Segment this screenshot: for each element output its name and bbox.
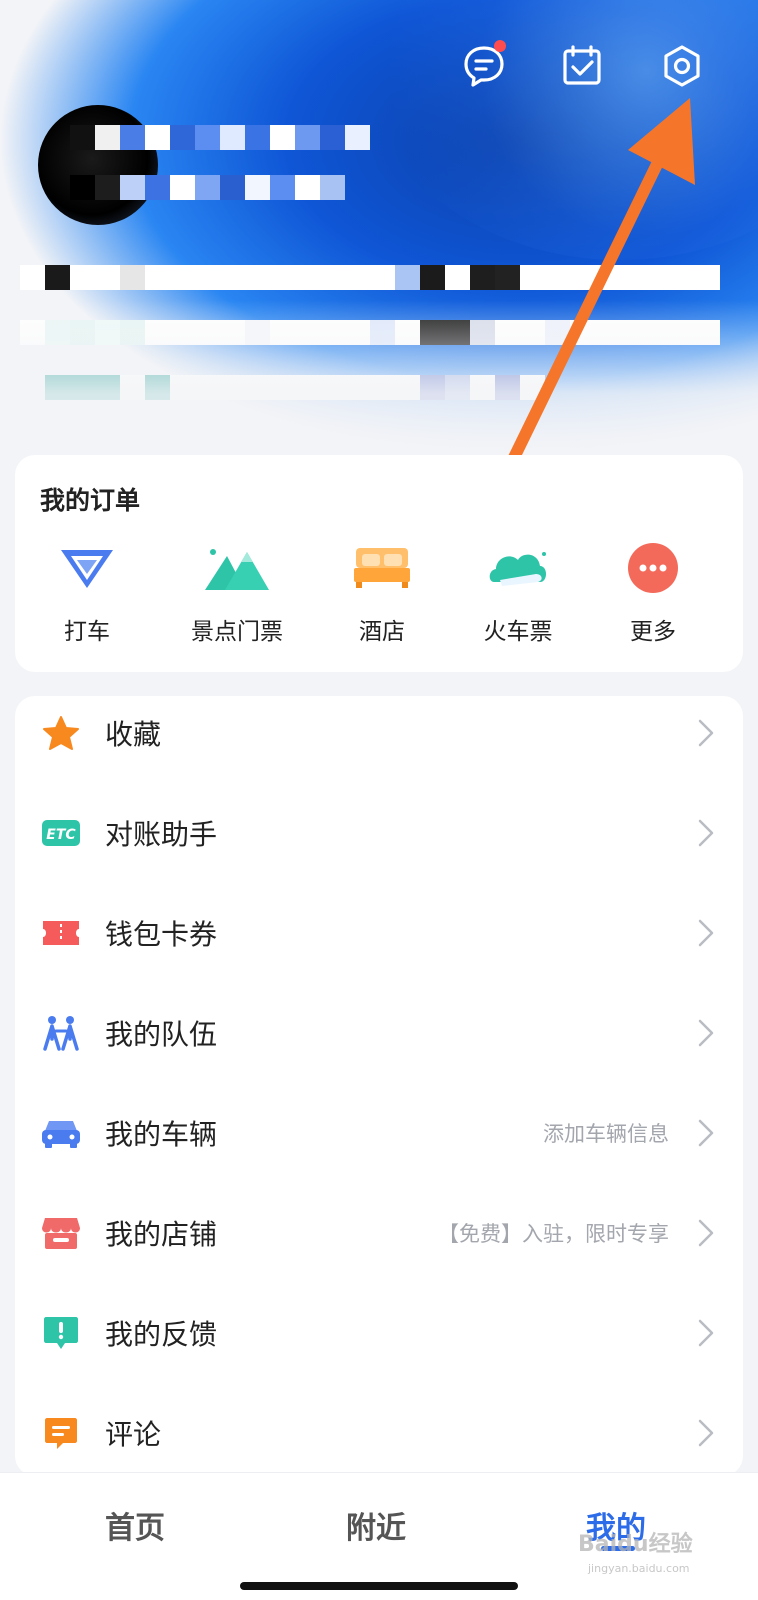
order-taxi[interactable]: 打车 — [17, 540, 157, 646]
menu-item-shop[interactable]: 我的店铺 【免费】入驻，限时专享 — [15, 1183, 743, 1283]
car-icon — [41, 1113, 81, 1153]
svg-text:ETC: ETC — [46, 827, 76, 843]
menu-item-label: 我的反馈 — [105, 1318, 218, 1351]
menu-item-label: 收藏 — [105, 718, 162, 751]
settings-button[interactable] — [656, 40, 708, 92]
home-indicator — [240, 1582, 518, 1590]
menu-list: 收藏 ETC 对账助手 钱包卡券 我的队伍 我的车辆 添加车辆信息 我的店铺 【… — [15, 696, 743, 1476]
menu-item-vehicle[interactable]: 我的车辆 添加车辆信息 — [15, 1083, 743, 1183]
watermark: Baidu经验 — [578, 1532, 693, 1557]
order-more-label: 更多 — [630, 619, 676, 645]
menu-item-label: 我的店铺 — [105, 1218, 218, 1251]
menu-item-hint: 【免费】入驻，限时专享 — [438, 1222, 669, 1246]
tab-nearby[interactable]: 附近 — [346, 1503, 406, 1547]
settings-icon — [664, 45, 700, 87]
menu-item-comment[interactable]: 评论 — [15, 1383, 743, 1476]
message-button[interactable] — [458, 40, 510, 92]
order-hotel[interactable]: 酒店 — [312, 540, 452, 646]
chevron-right-icon — [698, 719, 714, 747]
chevron-right-icon — [698, 919, 714, 947]
train-ticket-icon — [486, 540, 550, 596]
hotel-icon — [350, 540, 414, 596]
menu-item-label: 钱包卡券 — [105, 918, 218, 951]
comment-icon — [41, 1413, 81, 1453]
team-icon — [41, 1013, 81, 1053]
chevron-right-icon — [698, 1419, 714, 1447]
message-badge-dot — [494, 40, 506, 52]
chevron-right-icon — [698, 1019, 714, 1047]
order-train-ticket-label: 火车票 — [483, 619, 553, 645]
etc-icon: ETC — [41, 813, 81, 853]
menu-item-team[interactable]: 我的队伍 — [15, 983, 743, 1083]
menu-item-wallet[interactable]: 钱包卡券 — [15, 883, 743, 983]
coupon-icon — [41, 913, 81, 953]
tab-home[interactable]: 首页 — [105, 1503, 165, 1547]
chevron-right-icon — [698, 1219, 714, 1247]
chevron-right-icon — [698, 819, 714, 847]
redacted-stats — [20, 265, 720, 290]
star-icon — [41, 713, 81, 753]
menu-item-label: 我的车辆 — [105, 1118, 218, 1151]
more-icon — [621, 540, 685, 596]
orders-title: 我的订单 — [40, 486, 141, 515]
redacted-username — [70, 125, 370, 150]
order-train-ticket[interactable]: 火车票 — [448, 540, 588, 646]
header-fade — [0, 300, 758, 470]
order-scenic-ticket[interactable]: 景点门票 — [167, 540, 307, 646]
globe-background — [360, 0, 758, 260]
order-taxi-label: 打车 — [64, 619, 110, 645]
shop-icon — [41, 1213, 81, 1253]
order-scenic-ticket-label: 景点门票 — [191, 619, 283, 645]
menu-item-label: 对账助手 — [105, 818, 218, 851]
order-hotel-label: 酒店 — [359, 619, 405, 645]
order-more[interactable]: 更多 — [583, 540, 723, 646]
checkin-button[interactable] — [556, 40, 608, 92]
menu-item-label: 评论 — [105, 1418, 162, 1451]
menu-item-hint: 添加车辆信息 — [543, 1122, 669, 1146]
feedback-icon — [41, 1313, 81, 1353]
checkin-icon — [563, 45, 601, 85]
taxi-icon — [55, 540, 119, 596]
menu-item-favorites[interactable]: 收藏 — [15, 696, 743, 783]
menu-item-label: 我的队伍 — [105, 1018, 218, 1051]
menu-item-reconciliation[interactable]: ETC 对账助手 — [15, 783, 743, 883]
chevron-right-icon — [698, 1119, 714, 1147]
orders-card: 我的订单 打车 景点门票 酒店 火车票 更多 — [15, 455, 743, 672]
chevron-right-icon — [698, 1319, 714, 1347]
scenic-ticket-icon — [205, 540, 269, 596]
avatar[interactable] — [38, 105, 158, 225]
menu-item-feedback[interactable]: 我的反馈 — [15, 1283, 743, 1383]
profile-header — [0, 0, 758, 470]
watermark-url: jingyan.baidu.com — [588, 1562, 690, 1575]
redacted-username-line2 — [70, 175, 345, 200]
